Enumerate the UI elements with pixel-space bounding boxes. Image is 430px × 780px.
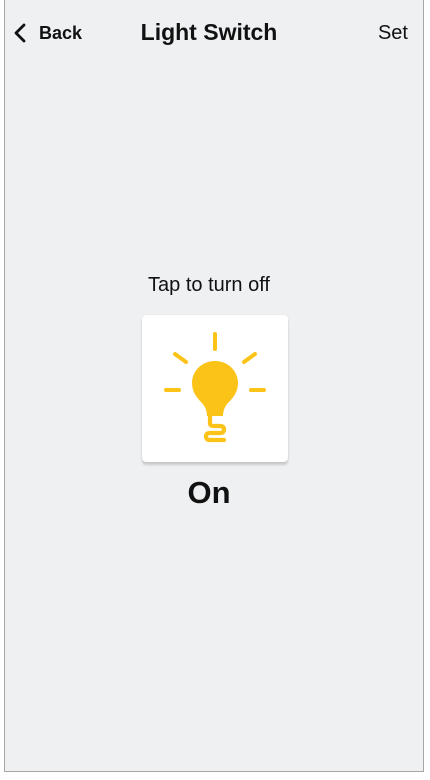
light-state-label: On — [187, 475, 231, 510]
lightbulb-on-icon — [164, 332, 266, 443]
light-toggle-button[interactable] — [142, 315, 288, 462]
set-button[interactable]: Set — [378, 18, 408, 48]
page-title: Light Switch — [140, 19, 278, 45]
navigation-bar: Back Light Switch Set — [5, 0, 423, 64]
toggle-hint: Tap to turn off — [148, 274, 270, 296]
app-screen: Back Light Switch Set Tap to turn off On — [4, 0, 424, 772]
